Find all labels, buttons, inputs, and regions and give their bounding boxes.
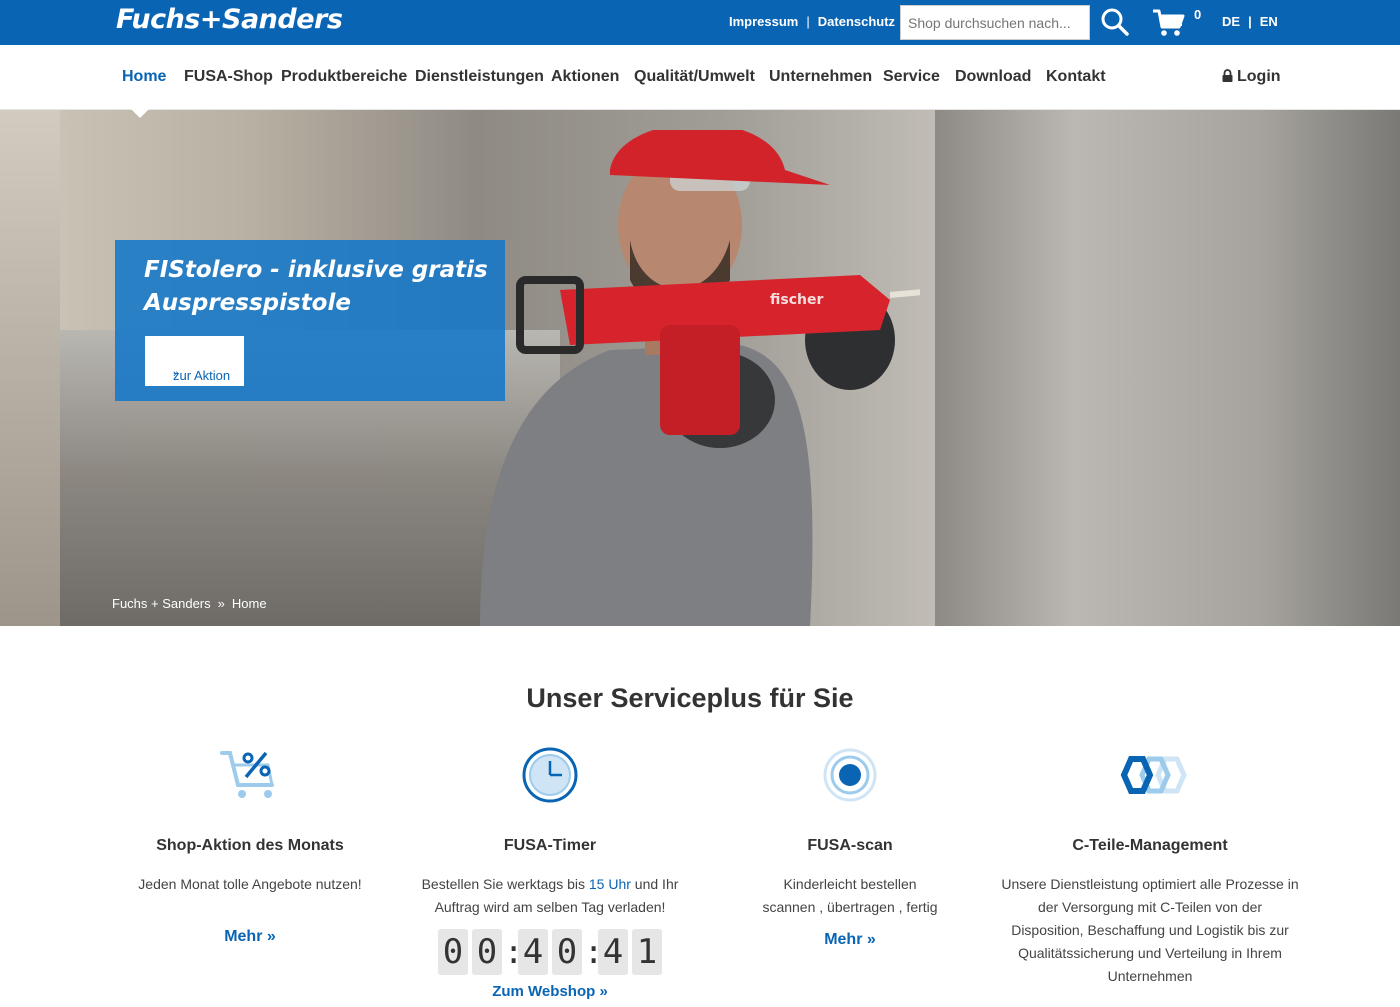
service-title: FUSA-scan <box>807 837 893 854</box>
cart-count-badge: 0 <box>1194 7 1202 22</box>
main-nav: Home FUSA-Shop Produktbereiche Dienstlei… <box>0 45 1400 110</box>
brand-logo[interactable]: Fuchs+Sanders <box>116 4 343 35</box>
service-title: C-Teile-Management <box>1072 837 1228 854</box>
shopping-cart-icon <box>1153 9 1185 36</box>
mehr-link[interactable]: Mehr » <box>100 928 400 946</box>
button-text: zur Aktion <box>173 368 231 383</box>
section-title: Unser Serviceplus für Sie <box>526 683 854 713</box>
breadcrumb: Fuchs + Sanders » Home <box>112 596 267 611</box>
timer-digit: 0 <box>438 929 468 975</box>
timer-text-pre: Bestellen Sie werktags bis <box>421 876 589 892</box>
scan-target-icon <box>823 748 877 802</box>
timer-digit: 0 <box>552 929 582 975</box>
nav-item-kontakt[interactable]: Kontakt <box>1046 68 1106 86</box>
service-fusa-scan: FUSA-scan Kinderleicht bestellen scannen… <box>700 745 1000 949</box>
search-input[interactable] <box>901 6 1089 39</box>
service-c-teile-management: C-Teile-Management Unsere Dienstleistung… <box>1000 745 1300 988</box>
timer-digit: 4 <box>598 929 628 975</box>
top-links: Impressum | Datenschutz <box>729 14 895 29</box>
lang-en-link[interactable]: EN <box>1260 14 1278 29</box>
login-button[interactable]: Login <box>1222 68 1281 86</box>
datenschutz-link[interactable]: Datenschutz <box>818 14 895 29</box>
mehr-link[interactable]: Mehr » <box>700 931 1000 949</box>
chevron-right-icon: » <box>173 368 180 380</box>
separator: | <box>1248 14 1252 29</box>
timer-colon: : <box>504 933 524 971</box>
tool-brand-label: fischer <box>770 292 823 308</box>
timer-text-highlight: 15 Uhr <box>588 876 631 892</box>
promo-title: FIStolero - inklusive gratis Auspresspis… <box>144 257 488 316</box>
zur-aktion-button[interactable]: zur Aktion » <box>145 336 244 386</box>
zum-webshop-link[interactable]: Zum Webshop » <box>400 983 700 1000</box>
service-fusa-timer: FUSA-Timer Bestellen Sie werktags bis 15… <box>400 745 700 1000</box>
nav-item-produktbereiche[interactable]: Produktbereiche <box>281 68 407 86</box>
nav-item-home[interactable]: Home <box>122 68 166 86</box>
breadcrumb-item-home: Home <box>231 596 267 611</box>
language-switch: DE | EN <box>1222 14 1278 29</box>
breadcrumb-item-fuchs-sanders[interactable]: Fuchs + Sanders <box>112 596 211 611</box>
separator: | <box>806 14 810 29</box>
countdown-timer: 00:40:41 <box>400 929 700 975</box>
hero-banner: fischer FIStolero - inklusive gratis Aus… <box>0 110 1400 626</box>
service-shop-aktion: Shop-Aktion des Monats Jeden Monat tolle… <box>100 745 400 946</box>
service-text: Bestellen Sie werktags bis 15 Uhr und Ih… <box>400 873 700 919</box>
nav-item-download[interactable]: Download <box>955 68 1031 86</box>
lang-de-link[interactable]: DE <box>1222 14 1240 29</box>
timer-digit: 1 <box>632 929 662 975</box>
search-icon <box>1101 8 1129 36</box>
search-box <box>900 5 1090 40</box>
service-text: Jeden Monat tolle Angebote nutzen! <box>138 876 362 892</box>
timer-colon: : <box>584 933 604 971</box>
nuts-icon <box>1120 756 1187 794</box>
login-label: Login <box>1237 68 1281 85</box>
cart-button[interactable] <box>1152 8 1186 38</box>
clock-icon <box>522 747 578 803</box>
zur-aktion-label: zur Aktion » <box>159 352 230 383</box>
impressum-link[interactable]: Impressum <box>729 14 798 29</box>
hero-concrete-wall <box>935 110 1400 626</box>
promo-box: FIStolero - inklusive gratis Auspresspis… <box>115 240 505 401</box>
lock-icon <box>1222 69 1233 82</box>
timer-digit: 0 <box>472 929 502 975</box>
breadcrumb-separator-icon: » <box>217 596 225 611</box>
top-bar: Fuchs+Sanders Impressum | Datenschutz 0 DE… <box>0 0 1400 45</box>
search-button[interactable] <box>1099 6 1131 38</box>
nav-item-fusa-shop[interactable]: FUSA-Shop <box>184 68 273 86</box>
service-title: FUSA-Timer <box>503 837 597 854</box>
hero-worker-image: fischer <box>480 130 920 626</box>
timer-digit: 4 <box>518 929 548 975</box>
service-text: Unsere Dienstleistung optimiert alle Pro… <box>1001 876 1299 984</box>
hero-pillar <box>0 110 60 626</box>
service-text: Kinderleicht bestellen scannen , übertra… <box>762 876 938 915</box>
nav-item-unternehmen[interactable]: Unternehmen <box>769 68 872 86</box>
active-nav-pointer <box>130 108 150 118</box>
nav-item-service[interactable]: Service <box>883 68 940 86</box>
service-title: Shop-Aktion des Monats <box>156 837 344 854</box>
nav-item-dienstleistungen[interactable]: Dienstleistungen <box>415 68 544 86</box>
nav-item-aktionen[interactable]: Aktionen <box>551 68 619 86</box>
nav-item-qualitaet-umwelt[interactable]: Qualität/Umwelt <box>634 68 755 86</box>
cart-percent-icon <box>220 751 274 798</box>
